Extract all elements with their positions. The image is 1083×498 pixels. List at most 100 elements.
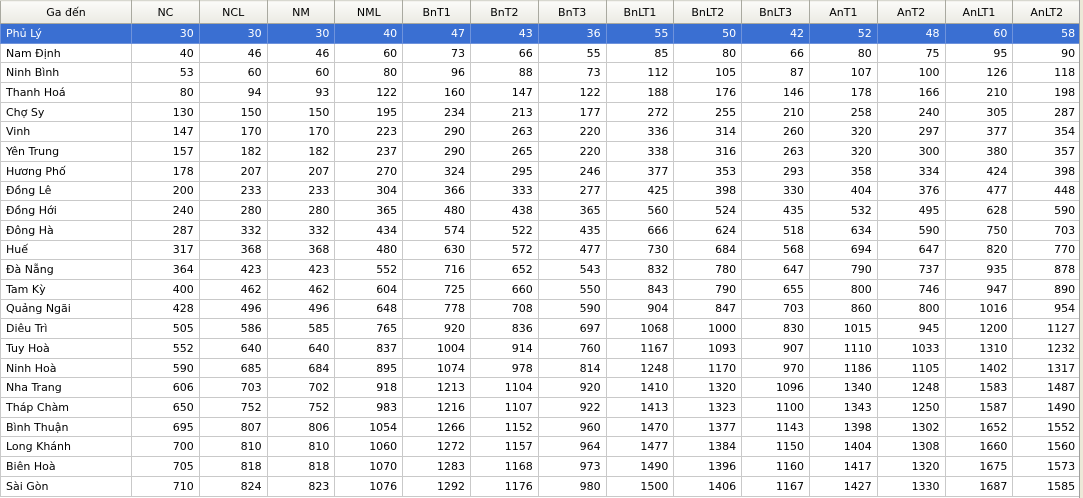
- fare-cell[interactable]: 568: [741, 239, 810, 261]
- fare-cell[interactable]: 223: [334, 121, 404, 143]
- fare-cell[interactable]: 94: [198, 82, 268, 103]
- fare-cell[interactable]: 746: [876, 278, 946, 300]
- fare-cell[interactable]: 50: [673, 23, 743, 44]
- fare-cell[interactable]: 1105: [876, 357, 946, 379]
- fare-cell[interactable]: 705: [131, 456, 200, 477]
- fare-cell[interactable]: 1320: [876, 456, 946, 477]
- fare-cell[interactable]: 160: [402, 82, 471, 103]
- column-header[interactable]: NCL: [198, 0, 268, 24]
- fare-cell[interactable]: 398: [1012, 160, 1082, 182]
- fare-cell[interactable]: 1427: [808, 475, 878, 497]
- fare-cell[interactable]: 737: [876, 259, 946, 280]
- fare-cell[interactable]: 1015: [808, 318, 878, 339]
- station-name-cell[interactable]: Ninh Hoà: [0, 357, 132, 379]
- fare-cell[interactable]: 666: [605, 219, 675, 241]
- table-row[interactable]: Nha Trang 606 703 702 918 1213 1104 920 1410 1320…: [0, 377, 1082, 399]
- fare-cell[interactable]: 1200: [944, 318, 1014, 339]
- fare-cell[interactable]: 790: [808, 259, 878, 280]
- fare-cell[interactable]: 752: [198, 397, 268, 418]
- fare-cell[interactable]: 765: [334, 318, 404, 339]
- fare-cell[interactable]: 270: [334, 160, 404, 182]
- fare-cell[interactable]: 935: [944, 259, 1014, 280]
- table-row[interactable]: Diêu Trì 505 586 585 765 920 836 697 1068 1000 830…: [0, 318, 1082, 339]
- fare-cell[interactable]: 258: [808, 101, 878, 123]
- fare-cell[interactable]: 85: [605, 42, 675, 64]
- fare-cell[interactable]: 377: [605, 160, 675, 182]
- fare-cell[interactable]: 697: [537, 318, 607, 339]
- fare-cell[interactable]: 1250: [876, 397, 946, 418]
- column-header[interactable]: BnT3: [537, 0, 607, 24]
- fare-cell[interactable]: 918: [334, 377, 404, 399]
- fare-cell[interactable]: 634: [808, 219, 878, 241]
- column-header[interactable]: AnT2: [876, 0, 946, 24]
- fare-cell[interactable]: 423: [266, 259, 336, 280]
- fare-cell[interactable]: 890: [1012, 278, 1082, 300]
- column-header[interactable]: AnLT1: [944, 0, 1014, 24]
- fare-cell[interactable]: 1248: [605, 357, 675, 379]
- fare-cell[interactable]: 358: [808, 160, 878, 182]
- fare-cell[interactable]: 660: [469, 278, 539, 300]
- fare-cell[interactable]: 1317: [1012, 357, 1082, 379]
- fare-cell[interactable]: 806: [266, 416, 336, 438]
- fare-cell[interactable]: 907: [741, 338, 810, 359]
- fare-cell[interactable]: 522: [469, 219, 539, 241]
- table-row[interactable]: Đồng Lê 200 233 233 304 366 333 277 425 398 330 404…: [0, 180, 1082, 202]
- fare-cell[interactable]: 462: [266, 278, 336, 300]
- fare-cell[interactable]: 234: [402, 101, 471, 123]
- fare-cell[interactable]: 448: [1012, 180, 1082, 202]
- fare-cell[interactable]: 36: [537, 23, 607, 44]
- fare-cell[interactable]: 604: [334, 278, 404, 300]
- fare-cell[interactable]: 1377: [673, 416, 743, 438]
- station-name-cell[interactable]: Yên Trung: [0, 141, 132, 162]
- fare-cell[interactable]: 290: [402, 141, 471, 162]
- fare-cell[interactable]: 265: [469, 141, 539, 162]
- station-name-cell[interactable]: Ninh Bình: [0, 62, 132, 84]
- column-header[interactable]: NC: [131, 0, 200, 24]
- fare-cell[interactable]: 96: [402, 62, 471, 84]
- fare-cell[interactable]: 1093: [673, 338, 743, 359]
- fare-cell[interactable]: 830: [741, 318, 810, 339]
- fare-cell[interactable]: 1404: [808, 436, 878, 458]
- fare-cell[interactable]: 836: [469, 318, 539, 339]
- fare-cell[interactable]: 260: [741, 121, 810, 143]
- fare-cell[interactable]: 376: [876, 180, 946, 202]
- fare-cell[interactable]: 55: [605, 23, 675, 44]
- fare-cell[interactable]: 1143: [741, 416, 810, 438]
- fare-cell[interactable]: 895: [334, 357, 404, 379]
- fare-cell[interactable]: 970: [741, 357, 810, 379]
- fare-cell[interactable]: 652: [469, 259, 539, 280]
- fare-cell[interactable]: 1470: [605, 416, 675, 438]
- fare-cell[interactable]: 43: [469, 23, 539, 44]
- fare-cell[interactable]: 210: [944, 82, 1014, 103]
- fare-cell[interactable]: 824: [198, 475, 268, 497]
- station-name-cell[interactable]: Quảng Ngãi: [0, 298, 132, 320]
- station-name-cell[interactable]: Thanh Hoá: [0, 82, 132, 103]
- fare-cell[interactable]: 477: [944, 180, 1014, 202]
- fare-cell[interactable]: 334: [876, 160, 946, 182]
- fare-cell[interactable]: 1096: [741, 377, 810, 399]
- fare-cell[interactable]: 1585: [1012, 475, 1082, 497]
- column-header[interactable]: BnLT3: [741, 0, 810, 24]
- fare-cell[interactable]: 1398: [808, 416, 878, 438]
- fare-cell[interactable]: 147: [131, 121, 200, 143]
- fare-cell[interactable]: 60: [334, 42, 404, 64]
- station-name-cell[interactable]: Chợ Sy: [0, 101, 132, 123]
- fare-cell[interactable]: 590: [537, 298, 607, 320]
- fare-cell[interactable]: 847: [673, 298, 743, 320]
- fare-cell[interactable]: 336: [605, 121, 675, 143]
- fare-cell[interactable]: 1413: [605, 397, 675, 418]
- fare-cell[interactable]: 210: [741, 101, 810, 123]
- fare-cell[interactable]: 95: [944, 42, 1014, 64]
- fare-cell[interactable]: 1060: [334, 436, 404, 458]
- fare-cell[interactable]: 246: [537, 160, 607, 182]
- fare-cell[interactable]: 316: [673, 141, 743, 162]
- fare-cell[interactable]: 640: [266, 338, 336, 359]
- fare-cell[interactable]: 207: [198, 160, 268, 182]
- fare-cell[interactable]: 1068: [605, 318, 675, 339]
- fare-cell[interactable]: 1310: [944, 338, 1014, 359]
- fare-cell[interactable]: 317: [131, 239, 200, 261]
- fare-cell[interactable]: 87: [741, 62, 810, 84]
- fare-cell[interactable]: 80: [131, 82, 200, 103]
- fare-cell[interactable]: 648: [334, 298, 404, 320]
- fare-cell[interactable]: 80: [673, 42, 743, 64]
